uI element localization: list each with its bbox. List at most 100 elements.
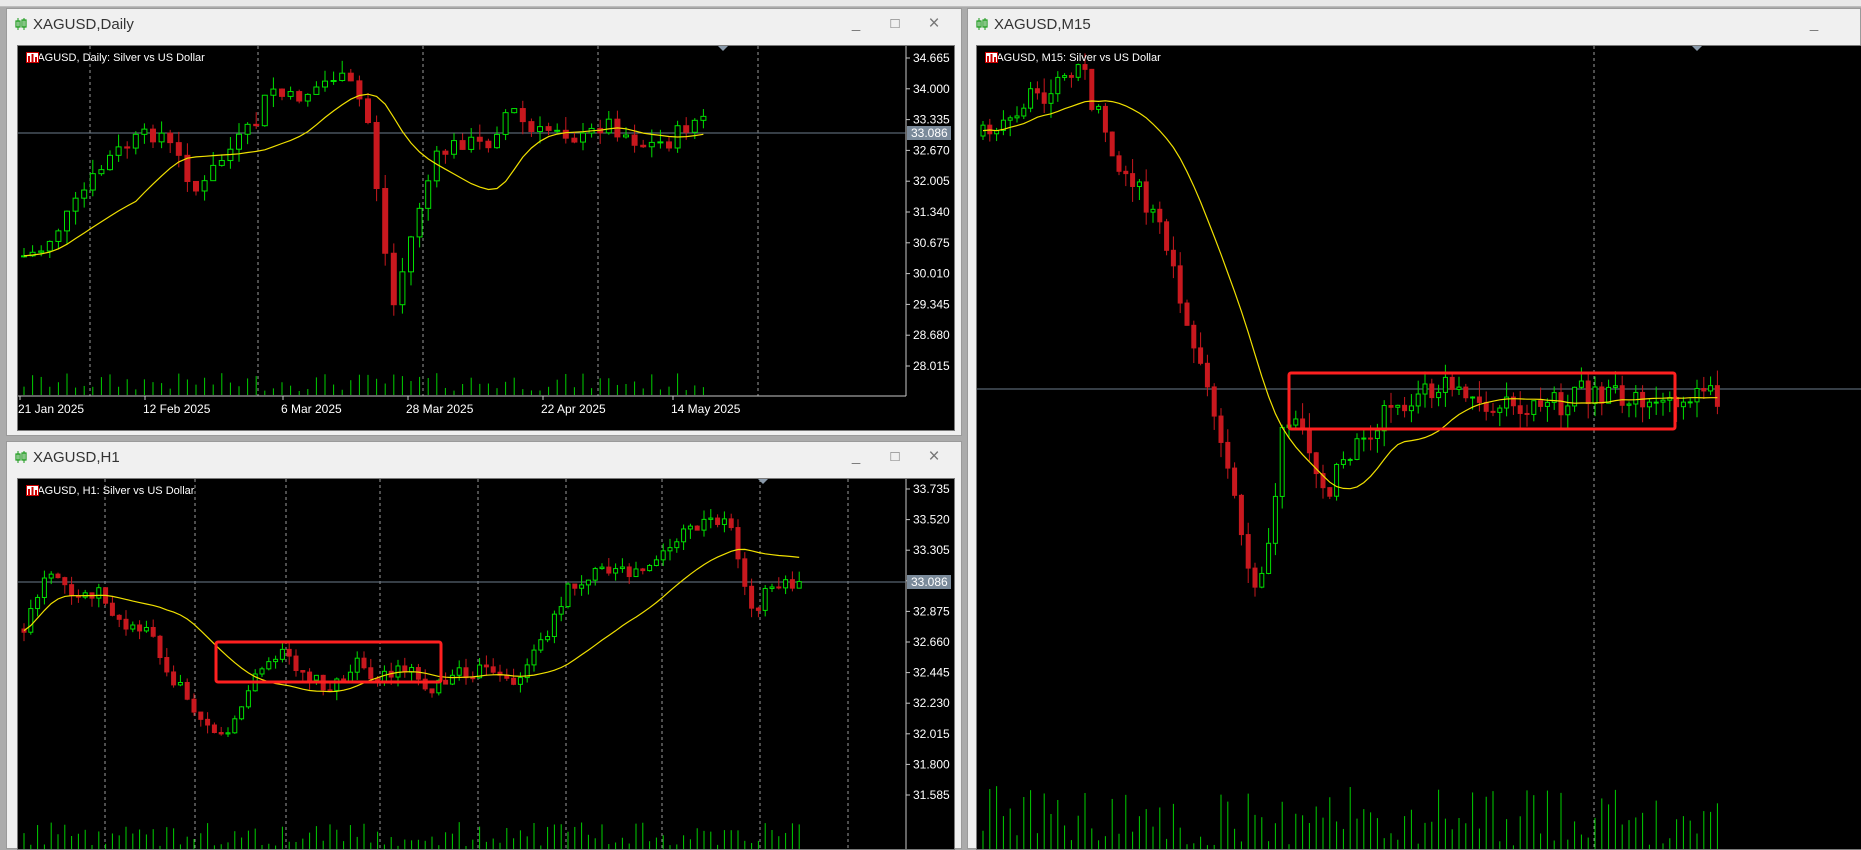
candle-body — [1150, 208, 1156, 213]
candle-body — [130, 624, 136, 630]
price-label: 32.875 — [913, 604, 950, 618]
candle-body — [545, 636, 551, 641]
candlestick-icon — [15, 18, 27, 30]
candle-body — [483, 664, 489, 668]
candle-body — [579, 584, 585, 589]
candle-body — [1483, 401, 1489, 412]
candle-body — [1714, 385, 1720, 407]
candle-body — [1334, 463, 1340, 497]
candle-body — [633, 568, 639, 578]
candle-body — [1218, 415, 1224, 443]
candle-body — [390, 252, 397, 306]
candle-body — [307, 671, 313, 681]
candle-body — [1170, 249, 1176, 267]
candle-body — [1089, 68, 1095, 110]
close-button[interactable]: × — [923, 14, 945, 34]
candle-body — [177, 681, 183, 686]
candle-body — [1259, 572, 1265, 588]
candle-body — [1136, 181, 1142, 187]
candle-body — [565, 583, 571, 608]
price-label: 28.680 — [913, 328, 950, 342]
candle-body — [606, 566, 612, 574]
price-label: 31.800 — [913, 757, 950, 771]
candle-body — [55, 230, 62, 242]
candle-body — [184, 681, 190, 700]
candle-body — [1272, 495, 1278, 544]
candle-body — [1225, 441, 1231, 469]
candle-body — [683, 125, 690, 133]
candle-body — [1306, 427, 1312, 454]
window-titlebar[interactable]: XAGUSD,M15 _ — [968, 9, 1860, 39]
chart-window-m15[interactable]: XAGUSD,M15 _ XAGUSD, M15: Silver vs US D… — [967, 8, 1861, 850]
candle-body — [1449, 376, 1455, 390]
maximize-button[interactable]: □ — [884, 14, 906, 34]
candle-body — [762, 587, 768, 611]
minimize-button[interactable]: _ — [1803, 14, 1825, 34]
candle-body — [191, 698, 197, 713]
candle-body — [1123, 170, 1129, 175]
candle-body — [721, 518, 727, 525]
window-titlebar[interactable]: XAGUSD,Daily _ □ × — [7, 9, 961, 39]
candle-body — [399, 271, 406, 306]
candle-body — [667, 547, 673, 552]
candle-body — [1164, 221, 1170, 251]
candle-body — [313, 674, 319, 681]
candle-body — [1245, 534, 1251, 569]
window-title: XAGUSD,M15 — [994, 16, 1091, 33]
chart-area-h1[interactable]: 33.735 33.520 33.305 33.086 32.875 32.660 32.4… — [17, 478, 955, 850]
candle-body — [137, 624, 143, 632]
candle-body — [1102, 105, 1108, 133]
price-label: 32.015 — [913, 727, 950, 741]
price-label: 33.305 — [913, 543, 950, 557]
candle-body — [572, 583, 578, 589]
candle-body — [62, 577, 68, 586]
candle-body — [1075, 64, 1081, 78]
candle-body — [1456, 386, 1462, 390]
candle-body — [395, 665, 401, 678]
candle-body — [1191, 324, 1197, 349]
candle-body — [1232, 467, 1238, 496]
candle-body — [1041, 92, 1047, 104]
candle-body — [116, 614, 122, 620]
maximize-button[interactable]: □ — [884, 447, 906, 467]
candle-body — [1198, 347, 1204, 364]
candle-body — [287, 91, 294, 97]
chart-canvas[interactable]: 33.735 33.520 33.305 33.086 32.875 32.660 32.4… — [18, 479, 955, 850]
candle-body — [402, 665, 408, 673]
chart-canvas[interactable]: 34.665 34.000 33.335 32.670 32.005 31.340 30.6… — [18, 46, 955, 431]
scroll-marker-icon — [718, 46, 728, 51]
date-label: 28 Mar 2025 — [406, 402, 474, 416]
candle-body — [175, 142, 182, 156]
candle-body — [485, 140, 492, 149]
window-titlebar[interactable]: XAGUSD,H1 _ □ × — [7, 442, 961, 472]
date-label: 21 Jan 2025 — [18, 402, 84, 416]
candle-body — [1680, 401, 1686, 408]
candle-body — [322, 80, 328, 88]
chart-window-daily[interactable]: XAGUSD,Daily _ □ × 34.665 34.000 33.335 32.… — [6, 8, 962, 436]
candle-body — [124, 146, 131, 149]
candle-body — [1300, 418, 1306, 429]
chart-legend: XAGUSD, H1: Silver vs US Dollar — [26, 485, 194, 499]
chart-area-m15[interactable]: XAGUSD, M15: Silver vs US Dollar — [976, 45, 1861, 850]
chart-canvas[interactable] — [977, 46, 1861, 850]
chart-window-h1[interactable]: XAGUSD,H1 _ □ × 33.735 33.520 33.305 33.086… — [6, 441, 962, 850]
candle-body — [1708, 385, 1714, 392]
candle-body — [1157, 208, 1163, 223]
candle-body — [327, 689, 333, 692]
moving-average-line — [23, 93, 704, 257]
candle-body — [511, 108, 518, 114]
chart-area-daily[interactable]: 34.665 34.000 33.335 32.670 32.005 31.340 30.6… — [17, 45, 955, 431]
candle-body — [1402, 404, 1408, 412]
candle-body — [296, 91, 303, 102]
candle-body — [502, 112, 509, 135]
minimize-button[interactable]: _ — [845, 447, 867, 467]
candle-body — [783, 579, 789, 589]
candle-body — [545, 126, 552, 131]
candle-body — [1021, 107, 1027, 117]
candle-body — [1048, 93, 1054, 104]
candle-body — [1436, 391, 1442, 399]
candle-body — [640, 568, 646, 572]
candle-body — [72, 197, 79, 212]
minimize-button[interactable]: _ — [845, 14, 867, 34]
close-button[interactable]: × — [923, 447, 945, 467]
